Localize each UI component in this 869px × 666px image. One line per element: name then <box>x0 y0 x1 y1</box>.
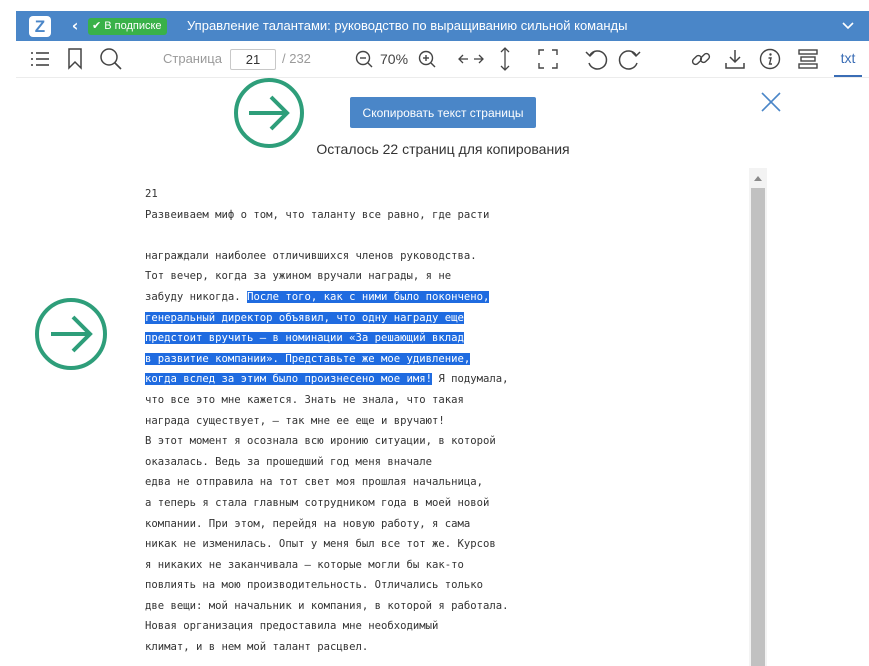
line-text: Новая организация предоставила мне необх… <box>145 620 439 633</box>
logo-icon[interactable]: Z <box>29 16 51 37</box>
text-line: а теперь я стала главным сотрудником год… <box>145 493 745 514</box>
page-total: / 232 <box>282 51 311 66</box>
text-line: когда вслед за этим было произнесено мое… <box>145 369 745 390</box>
text-line: Развеиваем миф о том, что таланту все ра… <box>145 205 745 226</box>
selected-text: предстоит вручить — в номинации «За реша… <box>145 332 464 345</box>
selected-text: в развитие компании». Представьте же мое… <box>145 352 471 365</box>
text-line: едва не отправила на тот свет моя прошла… <box>145 472 745 493</box>
text-line: две вещи: мой начальник и компания, в ко… <box>145 596 745 617</box>
fit-width-icon[interactable] <box>457 41 485 77</box>
arrow-right-icon <box>35 298 107 370</box>
text-line: награждали наиболее отличившихся членов … <box>145 246 745 267</box>
line-text: компании. При этом, перейдя на новую раб… <box>145 517 471 530</box>
text-line: забуду никогда. После того, как с ними б… <box>145 287 745 308</box>
page-number-input[interactable] <box>230 49 276 70</box>
page-label: Страница <box>163 51 222 66</box>
text-line: климат, и в нем мой талант расцвел. <box>145 637 745 658</box>
copy-page-text-button[interactable]: Скопировать текст страницы <box>350 97 536 128</box>
link-icon[interactable] <box>690 41 712 77</box>
text-line: я никаких не заканчивала — которые могли… <box>145 555 745 576</box>
selected-text: когда вслед за этим было произнесено мое… <box>145 373 433 386</box>
line-text: награждали наиболее отличившихся членов … <box>145 249 477 262</box>
info-icon[interactable] <box>758 41 782 77</box>
line-text: что все это мне кажется. Знать не знала,… <box>145 393 464 406</box>
fullscreen-icon[interactable] <box>537 41 559 77</box>
chevron-down-icon[interactable] <box>841 19 855 33</box>
text-line: никак не изменилась. Опыт у меня был все… <box>145 534 745 555</box>
text-line: награда существует, — так мне ее еще и в… <box>145 411 745 432</box>
text-line: что все это мне кажется. Знать не знала,… <box>145 390 745 411</box>
line-text: я никаких не заканчивала — которые могли… <box>145 558 464 571</box>
line-text: Развеиваем миф о том, что таланту все ра… <box>145 208 490 221</box>
download-icon[interactable] <box>724 41 746 77</box>
subscription-badge: ✔ В подписке <box>88 18 167 35</box>
line-text: а теперь я стала главным сотрудником год… <box>145 496 490 509</box>
text-line: В этот момент я осознала всю иронию ситу… <box>145 431 745 452</box>
back-icon[interactable]: ‹ <box>67 15 83 37</box>
text-line: Новая организация предоставила мне необх… <box>145 616 745 637</box>
rotate-left-icon[interactable] <box>583 41 609 77</box>
line-text: две вещи: мой начальник и компания, в ко… <box>145 599 509 612</box>
line-text: повлиять на мою производительность. Отли… <box>145 579 484 592</box>
rotate-right-icon[interactable] <box>617 41 643 77</box>
zoom-out-icon[interactable] <box>354 41 374 77</box>
text-line: 21 <box>145 184 745 205</box>
document-title: Управление талантами: руководство по выр… <box>187 18 628 33</box>
menu-icon[interactable] <box>28 41 52 77</box>
line-text: В этот момент я осознала всю иронию ситу… <box>145 435 496 448</box>
zoom-in-icon[interactable] <box>417 41 437 77</box>
text-line: повлиять на мою производительность. Отли… <box>145 575 745 596</box>
search-icon[interactable] <box>98 41 124 77</box>
text-line <box>145 225 745 246</box>
line-text: Я подумала, <box>432 373 509 386</box>
text-line: оказалась. Ведь за прошедший год меня вн… <box>145 452 745 473</box>
bookmark-icon[interactable] <box>64 41 86 77</box>
tab-txt[interactable]: txt <box>834 41 862 77</box>
line-text: 21 <box>145 188 158 200</box>
text-line: в развитие компании». Представьте же мое… <box>145 349 745 370</box>
layers-icon[interactable] <box>796 41 820 77</box>
text-line: генеральный директор объявил, что одну н… <box>145 308 745 329</box>
page-text[interactable]: 21 Развеиваем миф о том, что таланту все … <box>145 184 745 658</box>
text-line: Тот вечер, когда за ужином вручали награ… <box>145 266 745 287</box>
toolbar: Страница / 232 70% <box>16 41 869 78</box>
copy-remaining-status: Осталось 22 страниц для копирования <box>316 141 570 157</box>
top-bar: Z ‹ ✔ В подписке Управление талантами: ру… <box>16 11 869 41</box>
check-icon: ✔ <box>92 20 102 32</box>
fit-height-icon[interactable] <box>497 41 513 77</box>
line-text: оказалась. Ведь за прошедший год меня вн… <box>145 455 433 468</box>
text-line: предстоит вручить — в номинации «За реша… <box>145 328 745 349</box>
line-text: едва не отправила на тот свет моя прошла… <box>145 476 484 489</box>
text-line: компании. При этом, перейдя на новую раб… <box>145 514 745 535</box>
arrow-right-icon <box>234 78 304 148</box>
scrollbar-thumb[interactable] <box>751 188 765 666</box>
line-text: забуду никогда. <box>145 290 248 303</box>
scroll-up-icon[interactable] <box>749 170 767 186</box>
selected-text: генеральный директор объявил, что одну н… <box>145 311 464 324</box>
line-text: климат, и в нем мой талант расцвел. <box>145 641 369 654</box>
selected-text: После того, как с ними было покончено, <box>247 290 490 303</box>
zoom-level: 70% <box>380 51 409 67</box>
line-text: награда существует, — так мне ее еще и в… <box>145 414 445 427</box>
close-icon[interactable] <box>760 91 782 113</box>
subscription-badge-label: В подписке <box>104 20 162 32</box>
line-text: никак не изменилась. Опыт у меня был все… <box>145 538 496 551</box>
line-text: Тот вечер, когда за ужином вручали награ… <box>145 270 452 283</box>
